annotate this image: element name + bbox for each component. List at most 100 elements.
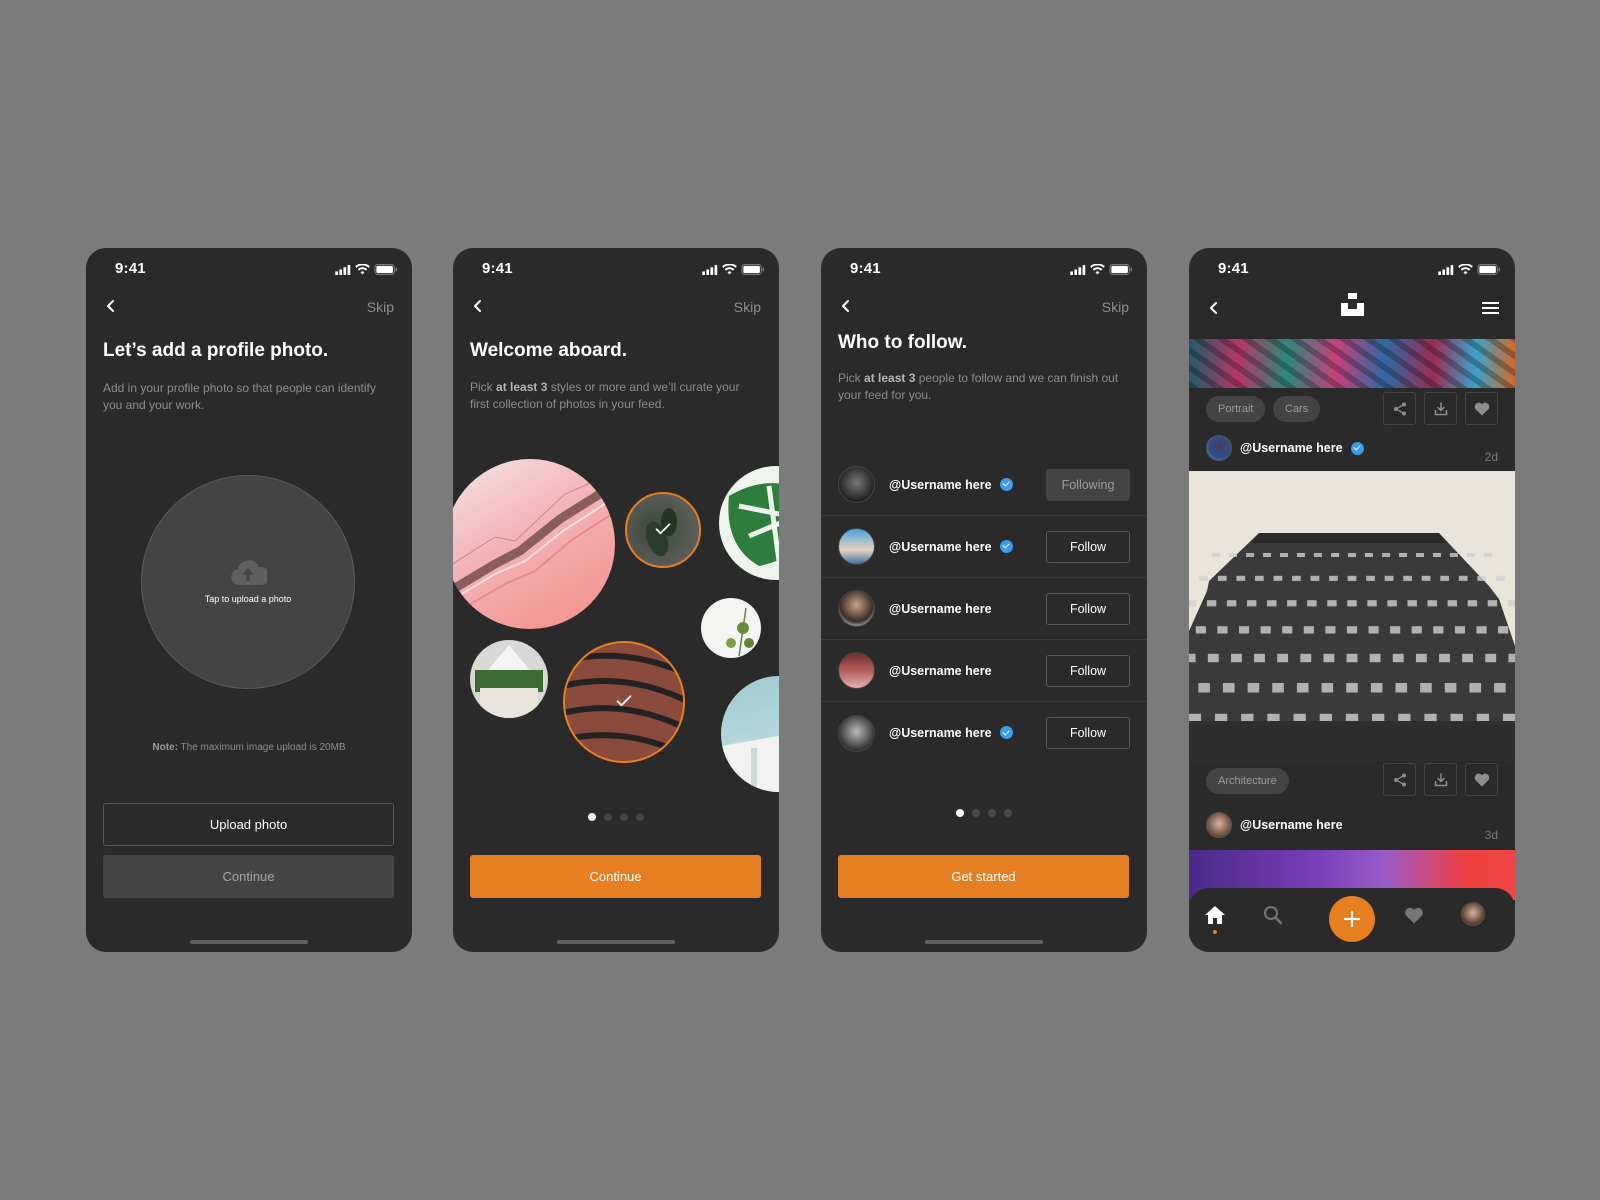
hamburger-menu-icon[interactable] [1482,302,1499,314]
desc-emphasis: at least 3 [864,371,916,385]
share-icon [1393,773,1407,787]
continue-button[interactable]: Continue [470,855,761,898]
active-tab-indicator [1213,930,1217,934]
pagination-dot[interactable] [636,813,644,821]
follow-button[interactable]: Follow [1046,717,1130,749]
building-window [1254,575,1264,581]
post-image-building[interactable] [1189,471,1515,761]
heart-icon[interactable] [1404,907,1424,924]
profile-avatar-tab[interactable] [1461,902,1485,926]
follow-button[interactable]: Follow [1046,654,1130,687]
tag-chip[interactable]: Architecture [1206,768,1289,794]
username[interactable]: @Username here [889,477,1013,492]
user-row: @Username here Follow [821,578,1147,640]
continue-button[interactable]: Continue [103,855,394,898]
style-bubble-pink-architecture[interactable] [453,459,615,629]
like-button[interactable] [1465,763,1498,796]
note-text: The maximum image upload is 20MB [177,742,346,753]
status-time: 9:41 [115,260,146,277]
back-icon[interactable] [838,298,854,314]
heart-icon [1474,773,1490,787]
get-started-button[interactable]: Get started [838,855,1129,898]
signal-icon [335,265,351,275]
pagination-dot[interactable] [988,809,996,817]
avatar[interactable] [838,528,875,565]
building-window [1462,653,1474,663]
pagination-dot[interactable] [620,813,628,821]
building-window [1365,553,1373,557]
photo-upload-area[interactable]: Tap to upload a photo [141,475,355,689]
building-window [1369,653,1381,663]
building-window [1331,553,1339,557]
style-bubble-interior-plants[interactable] [470,640,548,718]
post-author[interactable]: @Username here [1206,812,1343,838]
post-age: 2d [1484,450,1498,464]
app-logo-icon[interactable] [1341,293,1364,316]
like-button[interactable] [1465,392,1498,425]
building-window [1416,553,1424,557]
following-button[interactable]: Following [1046,468,1130,501]
pagination-dot[interactable] [972,809,980,817]
building-window [1272,683,1284,693]
style-bubble-monstera-leaf[interactable] [719,466,779,580]
skip-link[interactable]: Skip [1102,299,1129,315]
building-window [1387,600,1397,607]
skip-link[interactable]: Skip [734,299,761,315]
download-button[interactable] [1424,392,1457,425]
status-bar: 9:41 [821,248,1147,292]
username[interactable]: @Username here [889,539,1013,554]
back-icon[interactable] [470,298,486,314]
tag-chip[interactable]: Portrait [1206,396,1266,422]
avatar[interactable] [838,714,875,752]
username[interactable]: @Username here [889,726,1013,740]
building-window [1327,600,1337,607]
building-window [1199,575,1209,581]
desc-text: Pick [470,380,497,394]
back-icon[interactable] [103,298,119,314]
building-window [1476,626,1487,634]
pagination-dot[interactable] [1004,809,1012,817]
status-time: 9:41 [1218,260,1249,277]
upload-photo-button[interactable]: Upload photo [103,803,394,846]
building-window [1229,553,1237,557]
follow-button[interactable]: Follow [1046,530,1130,563]
home-icon[interactable] [1205,906,1225,924]
page-description: Pick at least 3 people to follow and we … [838,370,1130,404]
avatar[interactable] [838,652,875,689]
signal-icon [702,265,718,275]
style-bubble-sky-building[interactable] [721,676,779,792]
style-bubble-brick-building[interactable] [563,641,685,763]
post-image-flowers[interactable] [1189,339,1515,388]
download-button[interactable] [1424,763,1457,796]
search-icon[interactable] [1263,905,1283,925]
pagination-dot[interactable] [956,809,964,817]
style-bubble-dark-plant[interactable] [625,492,701,568]
style-bubble-white-plant[interactable] [701,598,761,658]
add-post-button[interactable] [1329,896,1375,942]
building-window [1347,600,1357,607]
check-icon [655,523,671,535]
username[interactable]: @Username here [889,664,992,678]
building-window [1321,683,1334,693]
pagination-dot[interactable] [604,813,612,821]
share-button[interactable] [1383,763,1416,796]
building-window [1421,575,1431,581]
follow-button[interactable]: Follow [1046,592,1130,625]
tag-chip[interactable]: Cars [1273,396,1321,422]
username[interactable]: @Username here [889,602,992,616]
building-window [1444,683,1457,693]
building-window [1415,653,1427,663]
post-author[interactable]: @Username here [1206,435,1364,461]
avatar[interactable] [838,466,875,503]
building-window [1384,575,1394,581]
building-window [1292,575,1301,581]
avatar[interactable] [838,590,875,627]
skip-link[interactable]: Skip [367,299,394,315]
pagination-dots [821,809,1147,817]
heart-icon [1474,402,1490,416]
share-button[interactable] [1383,392,1416,425]
pagination-dot[interactable] [588,813,596,821]
building-window [1273,575,1283,581]
back-icon[interactable] [1206,300,1222,316]
battery-icon [374,264,398,275]
